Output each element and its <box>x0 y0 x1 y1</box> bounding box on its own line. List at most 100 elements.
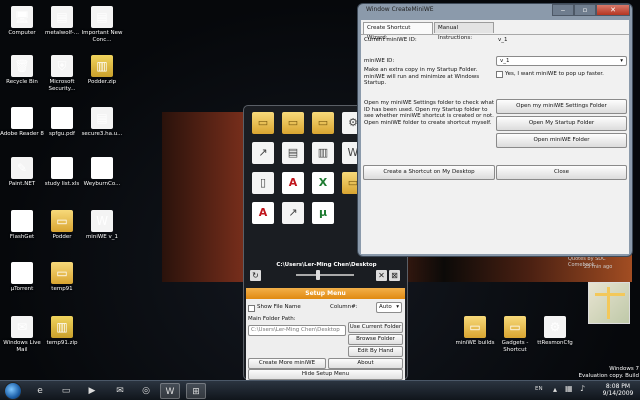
start-button[interactable] <box>4 382 22 400</box>
utorrent-icon[interactable]: µ <box>312 202 334 224</box>
desktop-icon-label: Microsoft Security... <box>48 79 76 92</box>
id-select[interactable]: v_1 ▾ <box>496 56 627 66</box>
desktop-icon[interactable]: ▤ metalwolf-... <box>40 6 84 37</box>
tab-manual-instructions[interactable]: Manual Instructions: <box>434 22 494 41</box>
blank-document-icon[interactable]: ▯ <box>252 172 274 194</box>
desktop-icon[interactable]: WminiWE v_1 <box>80 210 124 241</box>
window-body: Create Shortcut Wizard: Manual Instructi… <box>361 20 629 254</box>
desktop-icon[interactable]: ▭ Podder <box>40 210 84 241</box>
map-gadget[interactable] <box>588 282 630 324</box>
desktop-icon-label: miniWE builds <box>455 340 495 346</box>
desktop-icon[interactable]: A Adobe Reader 8 <box>0 107 44 138</box>
clock-time: 8:08 PM <box>605 383 631 390</box>
setup-menu-title[interactable]: Setup Menu <box>246 288 405 299</box>
os-name: Windows 7 <box>609 366 639 372</box>
open-miniwe-folder-button[interactable]: Open miniWE Folder <box>496 133 627 148</box>
popup-faster-checkbox[interactable] <box>496 71 503 78</box>
pdf-icon: A <box>51 107 73 129</box>
minimize-icon[interactable]: ‒ <box>552 4 574 16</box>
miniwe-icon[interactable]: W <box>160 383 180 399</box>
main-folder-field[interactable]: C:\Users\Ler-Ming Chen\Desktop <box>248 325 346 336</box>
columns-select[interactable]: Auto ▾ <box>376 302 402 313</box>
slider-thumb[interactable] <box>316 270 320 280</box>
archive-icon[interactable]: ▥ <box>312 142 334 164</box>
steam-icon[interactable]: ◎ <box>136 383 156 399</box>
desktop-icon[interactable]: ▤ secure3.ha.u... <box>80 107 124 138</box>
desktop-icon[interactable]: ▭ miniWE builds <box>453 316 497 347</box>
volume-icon[interactable]: ♪ <box>580 384 585 393</box>
document-icon[interactable]: ▤ <box>282 142 304 164</box>
pdf-icon: A <box>11 107 33 129</box>
close-button[interactable]: Close <box>496 165 627 180</box>
xls-icon: X <box>51 157 73 179</box>
folder-icon: ▭ <box>51 262 73 284</box>
desktop-icon[interactable]: ▭ Gadgets - Shortcut <box>493 316 537 354</box>
mail-icon[interactable]: ✉ <box>110 383 130 399</box>
desktop-icon[interactable]: ⛨ Microsoft Security... <box>40 55 84 93</box>
create-shortcut-button[interactable]: Create a Shortcut on My Desktop <box>363 165 495 180</box>
create-miniwe-icon[interactable]: ⊞ <box>186 383 206 399</box>
refresh-icon[interactable]: ↻ <box>250 270 261 281</box>
tab-create-shortcut-wizard[interactable]: Create Shortcut Wizard: <box>363 22 433 41</box>
folder-icon[interactable]: ▭ <box>252 112 274 134</box>
show-hidden-icons-icon[interactable]: ▴ <box>553 385 557 394</box>
desktop-icon[interactable]: A WeyburnCo... <box>80 157 124 188</box>
media-player-icon[interactable]: ▶ <box>82 383 102 399</box>
desktop-icon[interactable]: ✉ Windows Live Mail <box>0 316 44 354</box>
desktop-icon-label: temp91 <box>51 286 73 292</box>
id-value: v_1 <box>500 58 510 64</box>
close-icon[interactable]: ⊠ <box>389 270 400 281</box>
desktop-icon-label: miniWE v_1 <box>85 234 119 240</box>
ie-icon[interactable]: e <box>30 383 50 399</box>
close-icon[interactable]: ✕ <box>596 4 630 16</box>
map-road <box>595 293 625 296</box>
about-button[interactable]: About <box>328 358 403 369</box>
open-settings-folder-button[interactable]: Open my miniWE Settings Folder <box>496 99 627 114</box>
tools-icon[interactable]: ✕ <box>376 270 387 281</box>
maximize-icon[interactable]: ▫ <box>574 4 596 16</box>
desktop-icon[interactable]: 🖥 Computer <box>0 6 44 37</box>
shortcut-icon[interactable]: ↗ <box>252 142 274 164</box>
edit-by-hand-button[interactable]: Edit By Hand <box>348 346 403 357</box>
desktop-icon-label: Paint.NET <box>8 181 36 187</box>
open-startup-folder-button[interactable]: Open My Startup Folder <box>496 116 627 131</box>
shortcut-icon[interactable]: ↗ <box>282 202 304 224</box>
desktop-icon-label: secure3.ha.u... <box>81 131 123 137</box>
show-file-name-checkbox[interactable] <box>248 305 255 312</box>
taskbar: e ▭ ▶ ✉ ◎ W ⊞ EN ▴ ▦ ♪ 8:08 PM 9/14/2009 <box>0 380 640 400</box>
desktop-icon[interactable]: ▤ Important New Conc... <box>80 6 124 44</box>
desktop-icon[interactable]: µ µTorrent <box>0 262 44 293</box>
desktop-icon[interactable]: 🗑 Recycle Bin <box>0 55 44 86</box>
desktop-icon[interactable]: Xstudy list.xls <box>40 157 84 188</box>
pdf-icon[interactable]: A <box>282 172 304 194</box>
desktop-icon[interactable]: Aspfgu.pdf <box>40 107 84 138</box>
use-current-folder-button[interactable]: Use Current Folder <box>348 322 403 333</box>
desktop-icon-label: µTorrent <box>10 286 34 292</box>
size-slider[interactable] <box>296 274 354 276</box>
pdf-icon[interactable]: A <box>252 202 274 224</box>
browse-folder-button[interactable]: Browse Folder <box>348 334 403 345</box>
folder-icon[interactable]: ▭ <box>312 112 334 134</box>
hide-setup-menu-button[interactable]: Hide Setup Menu <box>248 369 403 380</box>
folders-help-text: Open my miniWE Settings folder to check … <box>364 100 495 126</box>
create-more-button[interactable]: Create More miniWE <box>248 358 326 369</box>
desktop-icon[interactable]: ⇣ FlashGet <box>0 210 44 241</box>
current-id-label: Current miniWE ID: <box>364 37 417 43</box>
desktop: Quotes by SDC Comebook 25 min ago 🖥 Compu… <box>0 0 640 386</box>
doc-icon: ▤ <box>91 6 113 28</box>
network-icon[interactable]: ▦ <box>565 384 573 393</box>
spreadsheet-icon[interactable]: X <box>312 172 334 194</box>
clock[interactable]: 8:08 PM 9/14/2009 <box>598 383 638 397</box>
language-indicator[interactable]: EN <box>535 386 543 392</box>
pdf-icon: ⇣ <box>11 210 33 232</box>
desktop-icon-label: Recycle Bin <box>6 79 38 85</box>
desktop-icon[interactable]: ▥ temp91.zip <box>40 316 84 347</box>
desktop-icon[interactable]: ✎ Paint.NET <box>0 157 44 188</box>
quote-time: 25 min ago <box>584 264 613 270</box>
folder-icon[interactable]: ▭ <box>282 112 304 134</box>
desktop-icon[interactable]: ▭ temp91 <box>40 262 84 293</box>
desktop-icon[interactable]: ⚙ ttResmonCfg <box>533 316 577 347</box>
main-folder-label: Main Folder Path: <box>248 316 296 322</box>
explorer-icon[interactable]: ▭ <box>56 383 76 399</box>
desktop-icon[interactable]: ▥ Podder.zip <box>80 55 124 86</box>
